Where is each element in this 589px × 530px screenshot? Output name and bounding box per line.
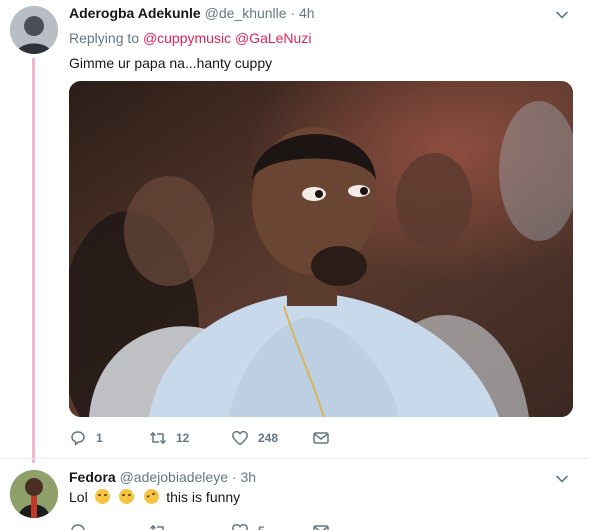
replying-to: Replying to @cuppymusic @GaLeNuzi — [69, 30, 311, 46]
retweet-icon — [149, 524, 164, 530]
retweet-count: 12 — [176, 431, 190, 445]
reply-button[interactable]: 1 — [69, 428, 103, 448]
separator-dot: · — [231, 469, 237, 485]
like-button[interactable]: 248 — [231, 428, 278, 448]
like-button[interactable]: 5 — [231, 521, 265, 530]
user-handle[interactable]: @de_khunlle — [205, 5, 287, 21]
reply-button[interactable] — [69, 521, 96, 530]
tweet-header: Aderogba Adekunle @de_khunlle · 4h — [69, 4, 315, 22]
display-name[interactable]: Fedora — [69, 469, 116, 485]
separator-dot: · — [290, 5, 296, 21]
timestamp[interactable]: 4h — [299, 5, 315, 21]
user-handle[interactable]: @adejobiadeleye — [120, 469, 228, 485]
heart-icon — [232, 523, 248, 530]
reply-icon — [71, 524, 85, 530]
avatar[interactable] — [10, 470, 58, 518]
avatar[interactable] — [10, 6, 58, 54]
mention-link[interactable]: @cuppymusic — [143, 30, 231, 46]
tweet[interactable]: Fedora @adejobiadeleye · 3h Lol this is … — [0, 458, 589, 530]
tweet-text: Gimme ur papa na...hanty cuppy — [69, 55, 273, 71]
display-name[interactable]: Aderogba Adekunle — [69, 5, 201, 21]
tweet-text-prefix: Lol — [69, 489, 88, 505]
envelope-icon — [313, 432, 329, 444]
tweet-header: Fedora @adejobiadeleye · 3h — [69, 468, 256, 486]
like-count: 5 — [258, 524, 265, 530]
reply-icon — [71, 431, 85, 446]
replying-to-label: Replying to — [69, 30, 140, 46]
envelope-icon — [313, 525, 329, 530]
tweet-text: Lol this is funny — [69, 486, 241, 507]
face-with-tears-of-joy-emoji — [119, 489, 135, 504]
reply-count: 1 — [96, 431, 103, 445]
timestamp[interactable]: 3h — [240, 469, 256, 485]
face-with-tears-of-joy-emoji — [94, 489, 110, 504]
chevron-down-icon[interactable] — [555, 472, 569, 486]
like-count: 248 — [258, 431, 279, 445]
tweet-text-suffix: this is funny — [166, 489, 241, 505]
direct-message-button[interactable] — [312, 428, 330, 448]
mention-link[interactable]: @GaLeNuzi — [235, 30, 311, 46]
retweet-button[interactable] — [149, 521, 176, 530]
tweet-photo[interactable] — [69, 81, 573, 417]
heart-icon — [232, 430, 248, 446]
chevron-down-icon[interactable] — [555, 8, 569, 22]
direct-message-button[interactable] — [312, 521, 330, 530]
retweet-button[interactable]: 12 — [149, 428, 189, 448]
retweet-icon — [149, 431, 167, 445]
tweet[interactable]: Aderogba Adekunle @de_khunlle · 4h Reply… — [0, 0, 589, 458]
rolling-on-the-floor-laughing-emoji — [141, 486, 162, 507]
